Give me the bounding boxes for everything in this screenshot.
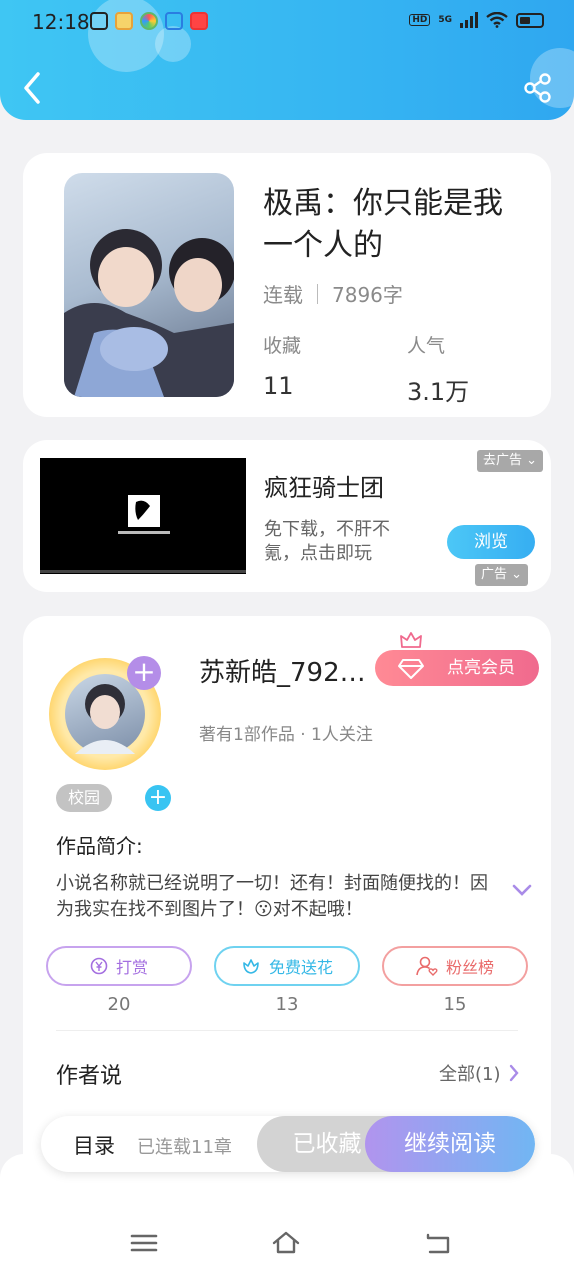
share-icon[interactable] [522,72,554,104]
status-time: 12:18 [32,10,90,34]
ad-card[interactable]: 去广告 ⌄ 疯狂骑士团 免下载，不肝不氪，点击即玩 浏览 广告 ⌄ [23,440,551,592]
toc-button[interactable]: 目录 [73,1130,115,1160]
meta-divider [317,283,318,304]
app-icon [165,12,183,30]
author-says-heading: 作者说 [56,1064,123,1089]
status-indicators: HD 5G [409,12,544,28]
word-count: 7896字 [332,283,403,307]
video-app-icon [190,12,208,30]
crown-icon [400,632,422,648]
favorites-stat: 收藏 11 [263,331,301,400]
fans-label: 粉丝榜 [445,958,494,977]
ad-mark-badge[interactable]: 广告 ⌄ [475,564,529,586]
follow-plus-button[interactable]: + [127,656,161,690]
remove-ad-button[interactable]: 去广告 ⌄ [477,450,544,472]
reward-count: 20 [107,994,131,1015]
fans-count: 15 [443,994,467,1015]
ad-description: 免下载，不肝不氪，点击即玩 [264,519,390,564]
menu-icon[interactable] [129,1228,159,1258]
chevron-down-icon[interactable] [510,882,534,898]
notification-icons [90,12,208,30]
weibo-icon [115,12,133,30]
flower-label: 免费送花 [268,958,333,977]
ad-browse-button[interactable]: 浏览 [447,525,535,559]
network-label: 5G [438,15,452,25]
book-status: 连载 [263,283,303,307]
signal-icon [460,12,478,28]
popularity-stat: 人气 3.1万 [407,331,469,407]
diamond-icon [398,659,424,679]
book-title: 极禹：你只能是我一个人的 [263,186,503,263]
intro-label: 作品简介: [56,834,143,858]
book-info-card: 极禹：你只能是我一个人的 连载 7896字 收藏 11 人气 3.1万 [23,153,551,417]
battery-icon [516,12,544,28]
user-heart-icon [416,956,438,976]
chapter-count: 已连载11章 [137,1137,232,1158]
send-flower-button[interactable]: 免费送花 [214,946,360,986]
app-icon [90,12,108,30]
view-all-label: 全部(1) [439,1064,501,1085]
home-icon[interactable] [271,1228,301,1258]
ad-logo-icon [40,495,246,573]
author-name[interactable]: 苏新皓_792… [199,652,366,689]
favorites-value: 11 [263,372,294,400]
back-nav-icon[interactable] [424,1228,454,1258]
colorful-app-icon [140,12,158,30]
flower-count: 13 [275,994,299,1015]
system-nav-bar [0,1210,574,1280]
chevron-right-icon [509,1064,519,1082]
yen-coin-icon [90,957,108,975]
intro-text: 小说名称就已经说明了一切！还有！封面随便找的！因为我实在找不到图片了！😗对不起哦… [56,873,488,920]
genre-tag[interactable]: 校园 [56,784,113,812]
wifi-icon [486,12,508,28]
remove-ad-label: 去广告 [483,453,523,468]
status-bar: 12:18 HD 5G [0,0,574,44]
popularity-label: 人气 [407,335,446,357]
view-all-link[interactable]: 全部(1) [439,1060,519,1086]
reward-label: 打赏 [115,958,148,977]
favorites-label: 收藏 [263,335,302,357]
ad-title: 疯狂骑士团 [264,474,384,502]
continue-reading-button[interactable]: 继续阅读 [365,1116,535,1172]
book-cover-image[interactable] [64,173,234,397]
add-tag-button[interactable]: + [145,785,171,811]
section-divider [56,1030,518,1031]
popularity-value: 3.1万 [407,378,470,406]
ad-video[interactable] [40,458,246,574]
reward-button[interactable]: 打赏 [46,946,192,986]
reader-action-bar: 目录 已连载11章 已收藏 继续阅读 [41,1116,535,1172]
ad-mark-label: 广告 [481,567,508,582]
author-stats: 著有1部作品 · 1人关注 [199,725,373,745]
fans-ranking-button[interactable]: 粉丝榜 [382,946,528,986]
back-icon[interactable] [14,68,50,108]
hd-badge: HD [409,14,431,26]
book-meta: 连载 7896字 [263,279,403,308]
flower-icon [243,959,259,974]
cover-illustration [64,229,234,397]
